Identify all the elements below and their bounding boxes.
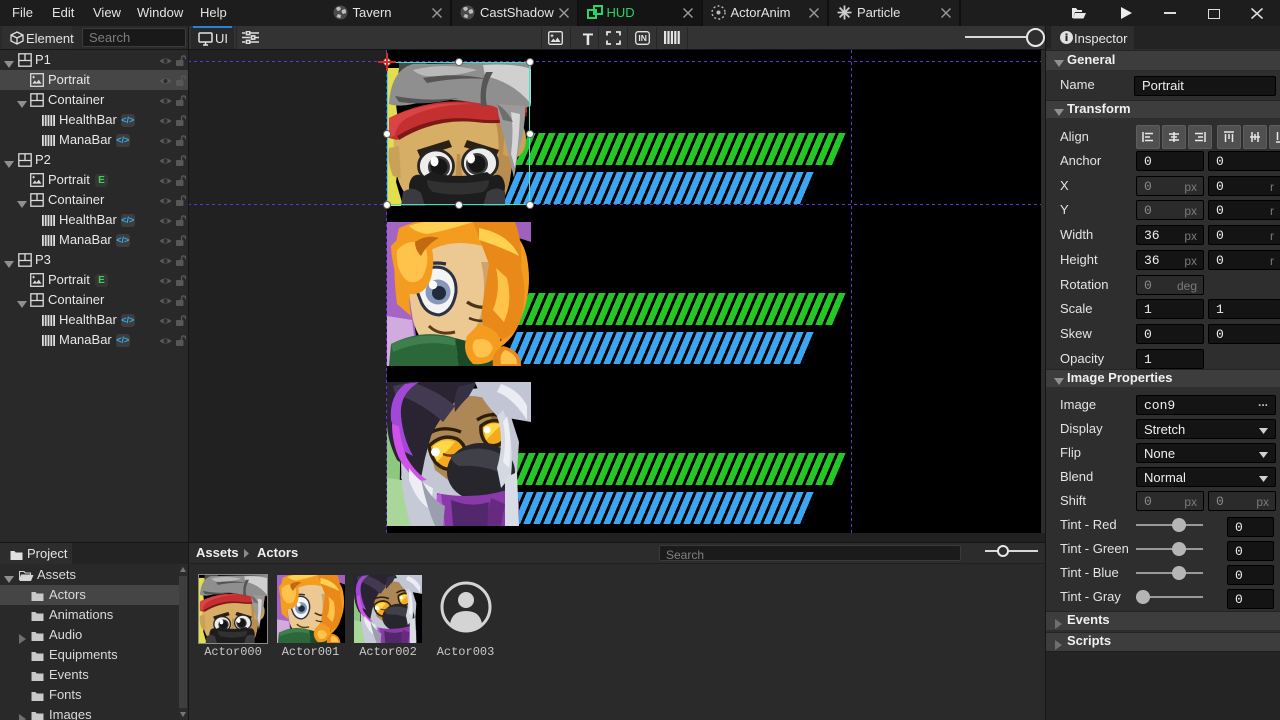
svg-text:IN: IN: [638, 33, 647, 43]
